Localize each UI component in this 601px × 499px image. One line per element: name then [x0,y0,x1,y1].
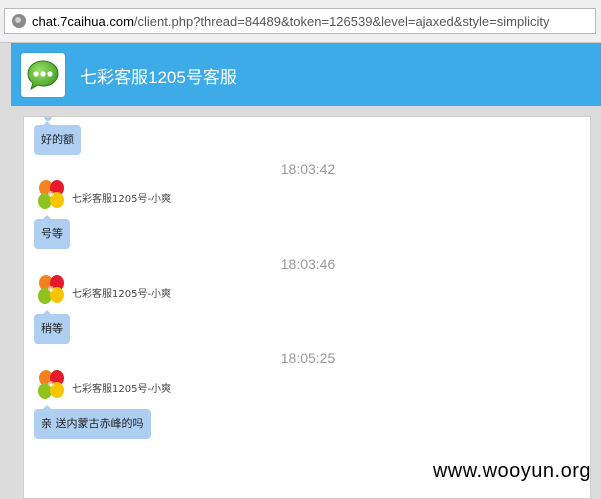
watermark: www.wooyun.org [432,460,591,482]
url-field[interactable]: chat.7caihua.com/client.php?thread=84489… [4,8,596,34]
agent-avatar [38,275,64,304]
globe-icon [12,14,26,28]
timestamp: 18:03:42 [280,161,336,177]
message-bubble-agent: 号等 [34,215,70,249]
header-title: 七彩客服1205号客服 [80,68,237,87]
chat-header: 七彩客服1205号客服 [11,43,601,106]
agent-avatar [38,180,64,209]
timestamp: 18:05:25 [280,350,336,366]
url-text: chat.7caihua.com/client.php?thread=84489… [32,14,549,29]
message-bubble-agent: 亲 送内蒙古赤峰的吗 [34,405,151,439]
message-list[interactable]: 好的额 18:03:42 七彩客服1205号-小爽 号等 18:03:46 七彩… [23,116,591,499]
agent-avatar [38,370,64,399]
chat-frame: 好的额 18:03:42 七彩客服1205号-小爽 号等 18:03:46 七彩… [11,106,601,499]
browser-address-bar: chat.7caihua.com/client.php?thread=84489… [0,0,601,43]
message-bubble-user: 好的额 [34,121,81,155]
url-path: /client.php?thread=84489&token=126539&le… [133,13,550,29]
agent-name: 七彩客服1205号-小爽 [72,384,172,395]
message-bubble-agent: 稍等 [34,310,70,344]
timestamp: 18:03:46 [280,256,336,272]
agent-name: 七彩客服1205号-小爽 [72,194,172,205]
agent-name: 七彩客服1205号-小爽 [72,289,172,300]
url-host: chat.7caihua.com [32,13,134,29]
chat-bubble-icon [21,53,65,97]
